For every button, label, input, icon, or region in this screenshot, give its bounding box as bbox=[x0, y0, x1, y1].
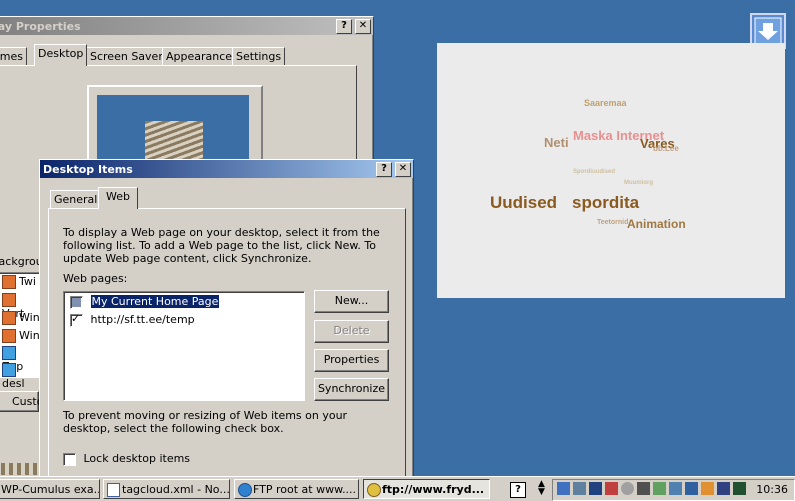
tag-word[interactable]: Muumiorg bbox=[624, 180, 653, 186]
list-item[interactable]: Win bbox=[2, 311, 40, 325]
notepad-icon bbox=[107, 483, 120, 497]
update-tray-icon[interactable] bbox=[669, 482, 682, 495]
tag-word[interactable]: Teetornid bbox=[597, 219, 628, 226]
taskbar-task[interactable]: tagcloud.xml - No... bbox=[103, 479, 230, 499]
tag-word[interactable]: Animation bbox=[627, 217, 686, 231]
close-button[interactable]: ✕ bbox=[395, 162, 411, 177]
lock-desktop-items-row[interactable]: Lock desktop items bbox=[63, 452, 190, 466]
close-button[interactable]: ✕ bbox=[355, 19, 371, 34]
tab-general[interactable]: General bbox=[50, 190, 102, 209]
window-tray-icon[interactable] bbox=[685, 482, 698, 495]
task-label: FTP root at www.... bbox=[253, 483, 357, 496]
window-title: lay Properties bbox=[0, 19, 81, 33]
list-item[interactable]: My Current Home Page bbox=[70, 294, 221, 309]
lock-description: To prevent moving or resizing of Web ite… bbox=[63, 409, 348, 435]
taskbar-task[interactable]: WP-Cumulus exa... bbox=[0, 479, 100, 499]
synchronize-button[interactable]: Synchronize bbox=[314, 378, 389, 401]
image-file-icon bbox=[2, 363, 16, 377]
web-page-checkbox[interactable] bbox=[70, 295, 83, 309]
help-button[interactable]: ? bbox=[336, 19, 352, 34]
web-page-checkbox[interactable]: ✓ bbox=[70, 312, 83, 327]
task-label: tagcloud.xml - No... bbox=[122, 483, 230, 496]
list-item[interactable]: desl bbox=[2, 363, 40, 390]
dialog-title: Desktop Items bbox=[43, 162, 133, 176]
properties-button[interactable]: Properties bbox=[314, 349, 389, 372]
volume-tray-icon[interactable] bbox=[605, 482, 618, 495]
tag-word[interactable]: Saaremaa bbox=[584, 98, 627, 108]
list-item[interactable]: ✓ http://sf.tt.ee/temp bbox=[70, 312, 195, 327]
app-tray-icon[interactable] bbox=[701, 482, 714, 495]
tag-word[interactable]: bb.Lee bbox=[653, 144, 679, 153]
antivirus-tray-icon[interactable] bbox=[653, 482, 666, 495]
tab-appearance[interactable]: Appearance bbox=[162, 47, 237, 66]
background-list[interactable]: Twi Vort Win Win Zap desl bbox=[0, 272, 41, 390]
network-disconnected-icon[interactable] bbox=[589, 482, 602, 495]
web-pages-label: Web pages: bbox=[63, 272, 128, 285]
wallpaper-thumbnail bbox=[145, 121, 203, 161]
image-file-icon bbox=[2, 311, 16, 325]
image-file-icon bbox=[2, 275, 16, 289]
help-button[interactable]: ? bbox=[376, 162, 392, 177]
web-page-label[interactable]: My Current Home Page bbox=[89, 294, 221, 309]
image-file-icon bbox=[2, 346, 16, 360]
tab-settings[interactable]: Settings bbox=[232, 47, 286, 66]
description-text: To display a Web page on your desktop, s… bbox=[63, 226, 380, 265]
app-tray-icon[interactable] bbox=[733, 482, 746, 495]
tag-word[interactable]: Spordiuudised bbox=[573, 169, 615, 175]
tag-word[interactable]: Uudised bbox=[490, 193, 557, 213]
web-page-label[interactable]: http://sf.tt.ee/temp bbox=[91, 313, 195, 326]
web-pages-list[interactable]: My Current Home Page ✓ http://sf.tt.ee/t… bbox=[63, 291, 305, 401]
tab-web[interactable]: Web bbox=[98, 187, 138, 209]
tag-word[interactable]: Neti bbox=[544, 135, 569, 150]
image-file-icon bbox=[2, 329, 16, 343]
tagcloud-web-item[interactable]: Saaremaa Neti Maska Internet Vares bb.Le… bbox=[437, 43, 785, 298]
image-file-icon bbox=[2, 293, 16, 307]
tag-word[interactable]: spordita bbox=[572, 193, 639, 213]
task-label: ftp://www.fryd... bbox=[382, 483, 485, 496]
new-button[interactable]: New... bbox=[314, 290, 389, 313]
list-item[interactable]: Twi bbox=[2, 275, 36, 289]
list-item[interactable]: Win bbox=[2, 329, 40, 343]
lock-desktop-items-checkbox[interactable] bbox=[63, 452, 76, 466]
display-properties-titlebar[interactable]: lay Properties bbox=[0, 17, 373, 35]
taskbar-task[interactable]: FTP root at www.... bbox=[234, 479, 359, 499]
explorer-icon bbox=[238, 483, 252, 497]
quicklaunch-help-icon[interactable]: ? bbox=[510, 482, 526, 498]
desktop-items-dialog: Desktop Items ? ✕ General Web To display… bbox=[39, 159, 414, 485]
desktop-items-titlebar[interactable]: Desktop Items bbox=[40, 160, 413, 178]
network-tray-icon[interactable] bbox=[557, 482, 570, 495]
taskbar-task-active[interactable]: ftp://www.fryd... bbox=[363, 479, 490, 499]
background-label: Backgrou bbox=[0, 255, 43, 268]
clock[interactable]: 10:36 bbox=[756, 483, 788, 496]
taskbar-chevron-icon[interactable]: ▲ ▼ bbox=[538, 480, 545, 497]
disk-tray-icon[interactable] bbox=[637, 482, 650, 495]
tab-desktop[interactable]: Desktop bbox=[34, 44, 88, 66]
tab-themes[interactable]: emes bbox=[0, 47, 27, 66]
task-label: WP-Cumulus exa... bbox=[1, 483, 100, 496]
monitor-tray-icon[interactable] bbox=[573, 482, 586, 495]
delete-button[interactable]: Delete bbox=[314, 320, 389, 343]
customize-desktop-button[interactable]: Custo bbox=[0, 391, 43, 412]
wallpaper-strip bbox=[1, 463, 41, 475]
ftp-icon bbox=[367, 483, 381, 497]
tab-screen-saver[interactable]: Screen Saver bbox=[86, 47, 167, 66]
lock-desktop-items-label: Lock desktop items bbox=[83, 452, 191, 465]
security-tray-icon[interactable] bbox=[621, 482, 634, 495]
app-tray-icon[interactable] bbox=[717, 482, 730, 495]
